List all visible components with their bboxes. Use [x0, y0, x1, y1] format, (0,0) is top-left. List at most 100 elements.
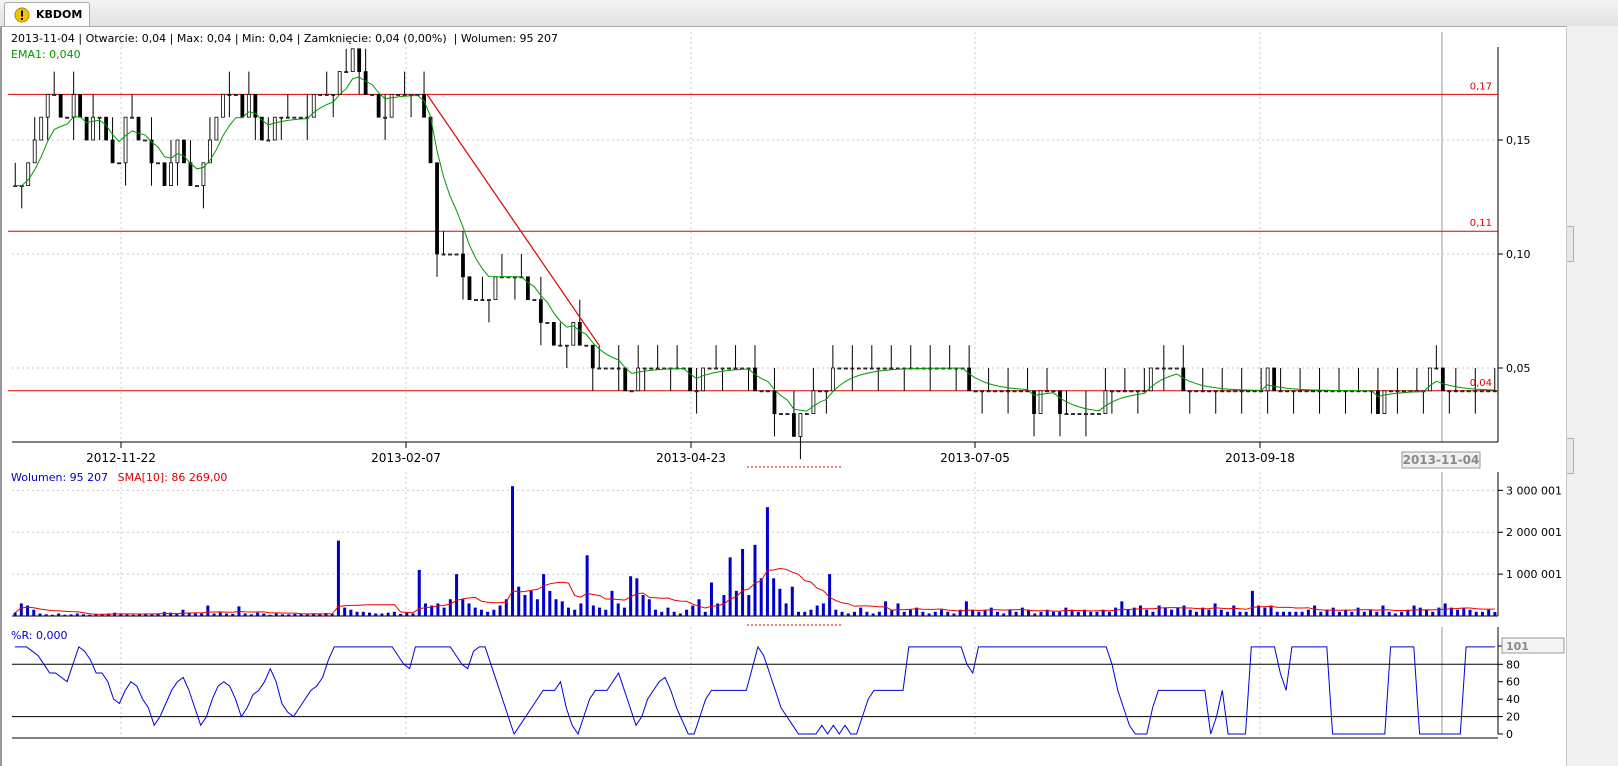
- candle-body: [603, 367, 608, 370]
- volume-bar: [759, 578, 763, 616]
- candle-body: [350, 48, 355, 72]
- candle-body: [1304, 390, 1309, 393]
- volume-bar: [1014, 611, 1018, 616]
- candle-body: [1473, 390, 1478, 393]
- candle-body: [467, 276, 472, 301]
- scroll-handle-bottom[interactable]: [1567, 438, 1574, 474]
- volume-bar: [243, 613, 247, 616]
- stock-chart[interactable]: 0,05 0,10 0,15 2012-11-22 2013-02-07 2013-04-…: [2, 27, 1568, 766]
- volume-bar: [790, 586, 794, 616]
- candle-body: [1233, 390, 1238, 393]
- candle-body: [370, 94, 375, 96]
- volume-bar: [573, 609, 577, 616]
- candle-body: [26, 162, 31, 187]
- candle-body: [1200, 390, 1205, 393]
- volume-bar: [778, 588, 782, 616]
- volume-bar: [50, 614, 54, 616]
- candle-body: [32, 139, 37, 164]
- candle-body: [1285, 390, 1290, 393]
- candle-body: [1246, 390, 1251, 393]
- volume-bar: [57, 613, 61, 616]
- candle-body: [220, 94, 225, 118]
- volume-bar: [256, 612, 260, 616]
- volume-bar: [1008, 609, 1012, 616]
- sma-legend-value: SMA[10]: 86 269,00: [117, 471, 228, 484]
- volume-bar: [1393, 613, 1397, 616]
- volume-bar: [1344, 609, 1348, 616]
- volume-bar: [1468, 609, 1472, 616]
- volume-bar: [1437, 607, 1441, 616]
- volume-bar: [1058, 611, 1062, 616]
- candle-body: [1090, 413, 1095, 416]
- candle-body: [1174, 367, 1179, 370]
- volume-bar: [809, 609, 813, 616]
- tab-bar: KBDOM: [0, 0, 1618, 27]
- candle-body: [532, 299, 537, 302]
- volume-bar: [212, 613, 216, 616]
- volume-bar: [585, 555, 589, 616]
- candle-body: [344, 71, 349, 73]
- volume-bar: [753, 544, 757, 616]
- candle-body: [285, 116, 290, 119]
- volume-bar: [995, 611, 999, 616]
- candle-body: [214, 116, 219, 141]
- candle-body: [967, 367, 972, 392]
- volume-bar: [554, 599, 558, 616]
- volume-bar: [654, 609, 658, 616]
- volume-bar: [1325, 609, 1329, 616]
- volume-bar: [1381, 605, 1385, 616]
- candle-body: [266, 139, 271, 142]
- candle-body: [493, 276, 498, 301]
- volume-y-tick-label: 1 000 001: [1506, 568, 1562, 581]
- candle-body: [843, 367, 848, 370]
- volume-bar: [399, 613, 403, 616]
- candle-body: [545, 321, 550, 324]
- candle-body: [616, 367, 621, 370]
- volume-bar: [442, 607, 446, 616]
- candle-body: [798, 413, 803, 437]
- scroll-handle-top[interactable]: [1567, 226, 1574, 262]
- volume-bar: [579, 603, 583, 616]
- candle-body: [39, 116, 44, 141]
- trend-line: [426, 94, 600, 346]
- volume-bar: [1269, 605, 1273, 616]
- candle-body: [1220, 390, 1225, 393]
- candle-body: [707, 367, 712, 370]
- candle-body: [292, 116, 297, 119]
- volume-bar: [1462, 607, 1466, 616]
- volume-bar: [604, 609, 608, 616]
- candle-body: [785, 413, 790, 416]
- volume-bar: [343, 607, 347, 616]
- candle-body: [65, 116, 70, 119]
- candle-body: [1317, 390, 1322, 393]
- volume-bar: [927, 613, 931, 616]
- volume-bar: [492, 609, 496, 616]
- support-resistance-label: 0,17: [1470, 81, 1492, 92]
- volume-bar: [598, 607, 602, 616]
- tab-kbdom[interactable]: KBDOM: [4, 2, 90, 26]
- volume-bar: [871, 613, 875, 616]
- volume-bar: [728, 557, 732, 616]
- candle-body: [889, 367, 894, 370]
- support-resistance-label: 0,04: [1470, 378, 1492, 389]
- volume-bar: [1281, 611, 1285, 616]
- volume-bar: [542, 574, 546, 616]
- volume-bar: [1474, 611, 1478, 616]
- volume-bar: [964, 601, 968, 616]
- volume-bar: [1400, 611, 1404, 616]
- volume-bar: [1288, 611, 1292, 616]
- candle-body: [1058, 390, 1062, 414]
- volume-bar: [467, 603, 471, 616]
- volume-bar: [1170, 609, 1174, 616]
- volume-bar: [1275, 611, 1279, 616]
- candle-body: [1155, 367, 1160, 370]
- candle-body: [71, 94, 76, 118]
- candle-body: [78, 94, 83, 118]
- candle-body: [130, 116, 134, 119]
- volume-bar: [268, 614, 272, 616]
- volume-bar: [411, 613, 415, 616]
- chart-frame: 0,05 0,10 0,15 2012-11-22 2013-02-07 2013-04-…: [0, 27, 1566, 766]
- right-scrollbar[interactable]: [1566, 26, 1618, 766]
- volume-legend: Wolumen: 95 207 SMA[10]: 86 269,00: [11, 471, 227, 484]
- price-x-tick-label: 2013-07-05: [940, 451, 1010, 465]
